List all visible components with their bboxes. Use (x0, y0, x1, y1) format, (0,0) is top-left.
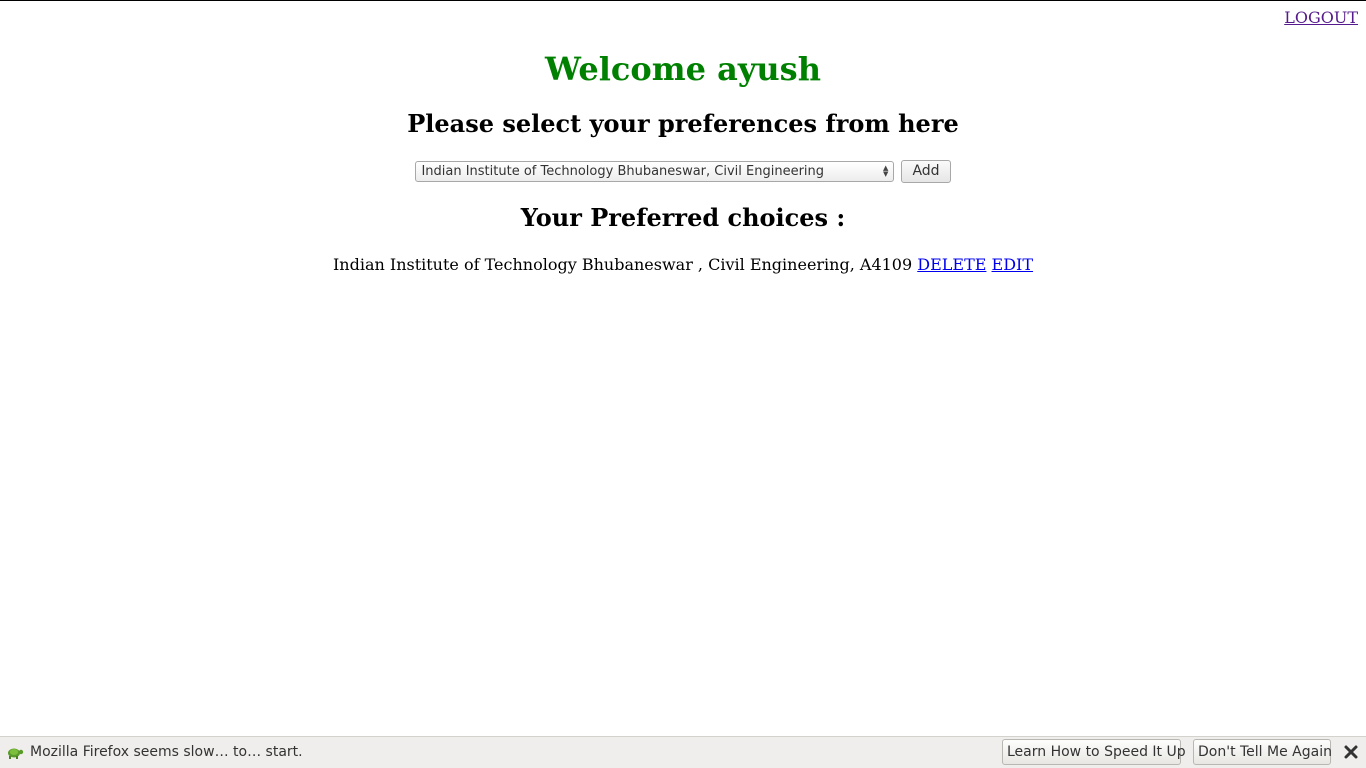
notification-message: Mozilla Firefox seems slow… to… start. (30, 744, 303, 760)
choice-item: Indian Institute of Technology Bhubanesw… (0, 255, 1366, 275)
welcome-heading: Welcome ayush (545, 50, 821, 88)
logout-link[interactable]: LOGOUT (1284, 8, 1358, 27)
preference-form: Indian Institute of Technology Bhubanesw… (0, 160, 1366, 183)
speed-it-up-button[interactable]: Learn How to Speed It Up (1002, 739, 1186, 765)
close-icon[interactable] (1343, 744, 1359, 760)
select-preferences-heading: Please select your preferences from here (407, 109, 959, 138)
choice-item-text: Indian Institute of Technology Bhubanesw… (332, 255, 913, 274)
dont-tell-again-button[interactable]: Don't Tell Me Again (1193, 739, 1332, 765)
delete-link[interactable]: DELETE (917, 255, 986, 274)
preferred-choices-heading: Your Preferred choices : (520, 203, 846, 232)
turtle-icon (8, 748, 24, 759)
add-button[interactable]: Add (901, 160, 951, 183)
top-border (0, 0, 1366, 1)
preference-select[interactable]: Indian Institute of Technology Bhubanesw… (415, 161, 895, 182)
select-arrows-icon: ▲ ▼ (883, 164, 889, 178)
preference-select-value: Indian Institute of Technology Bhubanesw… (421, 164, 825, 179)
edit-link[interactable]: EDIT (992, 255, 1034, 274)
notification-bar: Mozilla Firefox seems slow… to… start. L… (0, 736, 1366, 768)
